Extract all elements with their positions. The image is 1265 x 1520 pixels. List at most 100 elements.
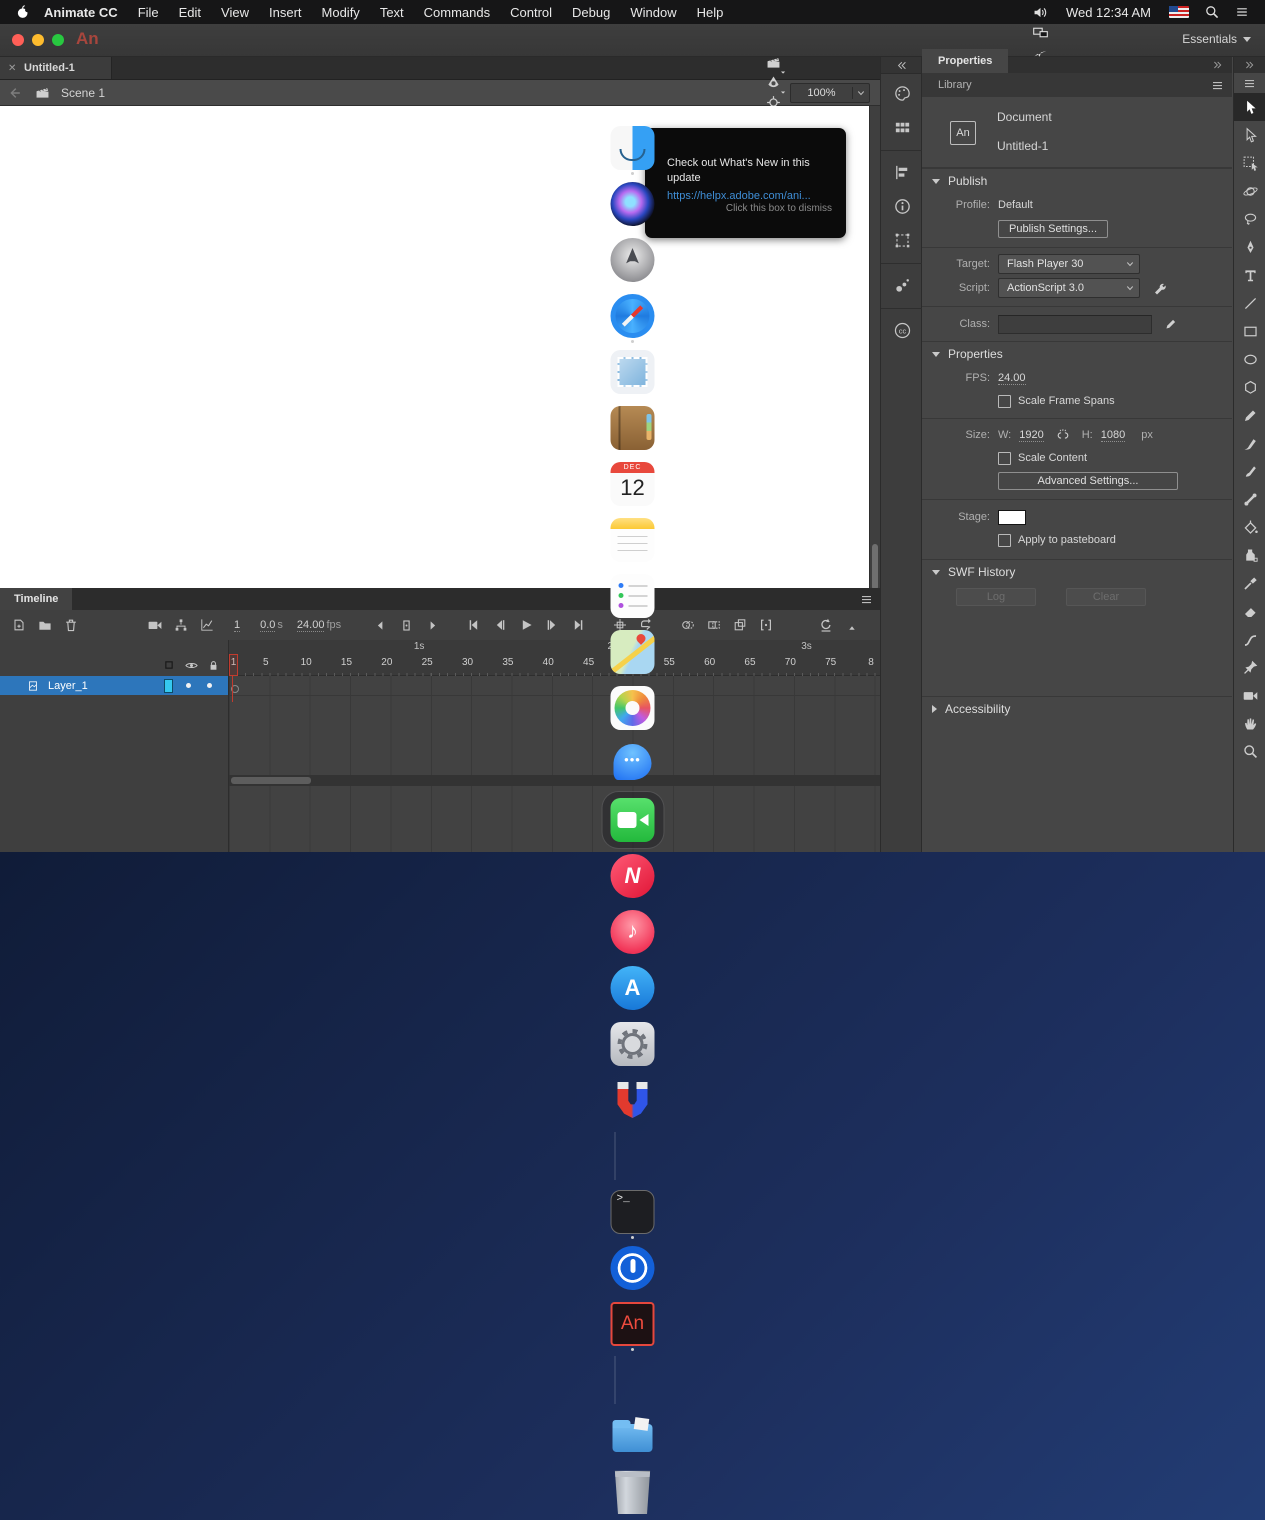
notification-center-icon[interactable] (1229, 2, 1255, 22)
back-arrow-icon[interactable] (0, 85, 30, 101)
window-minimize-button[interactable] (32, 34, 44, 46)
onion-skin-outlines-button[interactable] (701, 614, 727, 636)
text-tool[interactable] (1234, 261, 1265, 289)
apple-menu-icon[interactable] (12, 4, 34, 20)
swatches-panel-button[interactable] (881, 112, 923, 142)
scale-content-checkbox[interactable] (998, 452, 1011, 465)
align-panel-button[interactable] (881, 150, 923, 187)
volume-menu-icon[interactable] (1028, 2, 1054, 22)
displays-menu-icon[interactable] (1028, 22, 1054, 42)
edit-class-pencil-icon[interactable] (1160, 315, 1182, 333)
trash[interactable] (608, 1464, 657, 1520)
layer-name[interactable]: Layer_1 (48, 680, 88, 692)
spotlight-search-icon[interactable] (1199, 2, 1225, 22)
layer-row[interactable]: Layer_1 (0, 676, 228, 695)
height-value[interactable]: 1080 (1101, 429, 1125, 442)
timeline-horizontal-scrollbar[interactable] (229, 775, 880, 786)
separator[interactable] (608, 1128, 622, 1184)
go-to-first-frame-button[interactable] (461, 614, 487, 636)
window-close-button[interactable] (12, 34, 24, 46)
menubar-item-help[interactable]: Help (687, 5, 734, 20)
zoom-out-frames-button[interactable] (839, 614, 865, 636)
layer-frames-row[interactable] (229, 676, 880, 696)
timeline-ruler[interactable]: 1s2s3s 1510152025303540455055606570758 (229, 640, 880, 676)
step-forward-marker-button[interactable] (419, 614, 445, 636)
reminders[interactable] (608, 568, 657, 624)
mail[interactable] (608, 344, 657, 400)
width-value[interactable]: 1920 (1019, 429, 1043, 442)
motion-presets-panel-button[interactable] (881, 263, 923, 300)
layer-outline-color-swatch[interactable] (164, 679, 173, 693)
itunes[interactable] (608, 904, 657, 960)
eraser-tool[interactable] (1234, 597, 1265, 625)
target-dropdown[interactable]: Flash Player 30 (998, 254, 1140, 274)
edit-symbols-button[interactable] (760, 73, 786, 93)
facetime[interactable] (608, 792, 657, 848)
stage-vertical-scrollbar[interactable] (869, 106, 880, 602)
downloads[interactable] (608, 1408, 657, 1464)
notes[interactable] (608, 512, 657, 568)
panel-menu-icon[interactable] (1234, 73, 1265, 93)
swf-clear-button[interactable]: Clear (1066, 588, 1146, 606)
class-input[interactable] (998, 315, 1152, 334)
menubar-item-file[interactable]: File (128, 5, 169, 20)
whats-new-link[interactable]: https://helpx.adobe.com/ani... (667, 190, 834, 202)
pointer-app-menu-icon[interactable] (1028, 42, 1054, 62)
publish-section-header[interactable]: Publish (922, 169, 1232, 193)
link-dimensions-icon[interactable] (1052, 426, 1074, 444)
safari[interactable] (608, 288, 657, 344)
timeline-frames-area[interactable] (229, 676, 880, 852)
script-settings-wrench-icon[interactable] (1148, 279, 1170, 297)
input-language-flag-icon[interactable] (1169, 6, 1189, 18)
edit-scene-button[interactable] (760, 53, 786, 73)
menubar-item-control[interactable]: Control (500, 5, 562, 20)
layer-lock-dot[interactable] (207, 683, 212, 688)
line-tool[interactable] (1234, 289, 1265, 317)
eyedropper-tool[interactable] (1234, 569, 1265, 597)
panel-menu-icon[interactable] (1202, 73, 1232, 97)
menu-bar-clock[interactable]: Wed 12:34 AM (1058, 5, 1159, 20)
visibility-column-icon[interactable] (182, 654, 200, 676)
step-back-button[interactable] (487, 614, 513, 636)
messages[interactable] (608, 736, 657, 792)
tab-close-icon[interactable]: ✕ (8, 63, 18, 74)
properties-section-header[interactable]: Properties (922, 342, 1232, 366)
frame-marker-button[interactable] (393, 614, 419, 636)
expand-panels-icon[interactable] (881, 57, 921, 74)
transform-panel-button[interactable] (881, 225, 923, 255)
menubar-item-window[interactable]: Window (620, 5, 686, 20)
oval-tool[interactable] (1234, 345, 1265, 373)
calendar[interactable] (608, 456, 657, 512)
step-back-marker-button[interactable] (367, 614, 393, 636)
new-folder-button[interactable] (32, 614, 58, 636)
selection-tool[interactable] (1234, 93, 1265, 121)
contacts[interactable] (608, 400, 657, 456)
ink-bottle-tool[interactable] (1234, 541, 1265, 569)
paint-brush-tool[interactable] (1234, 429, 1265, 457)
polystar-tool[interactable] (1234, 373, 1265, 401)
info-panel-button[interactable] (881, 191, 923, 221)
panel-menu-icon[interactable] (852, 588, 880, 610)
zoom-tool[interactable] (1234, 737, 1265, 765)
cc-libraries-panel-button[interactable] (881, 308, 923, 345)
outline-column-icon[interactable] (160, 654, 178, 676)
3d-rotation-tool[interactable] (1234, 177, 1265, 205)
add-camera-button[interactable] (142, 614, 168, 636)
camera-tool[interactable] (1234, 681, 1265, 709)
swf-log-button[interactable]: Log (956, 588, 1036, 606)
pen-tool[interactable] (1234, 233, 1265, 261)
pin-tool[interactable] (1234, 653, 1265, 681)
go-to-last-frame-button[interactable] (565, 614, 591, 636)
free-transform-tool[interactable] (1234, 149, 1265, 177)
siri[interactable] (608, 176, 657, 232)
show-graph-button[interactable] (194, 614, 220, 636)
stage-zoom-select[interactable]: 100% (790, 83, 870, 103)
frame-rate-value[interactable]: 24.00 (297, 619, 325, 632)
bone-tool[interactable] (1234, 485, 1265, 513)
appstore[interactable] (608, 960, 657, 1016)
menubar-item-debug[interactable]: Debug (562, 5, 620, 20)
layer-visible-dot[interactable] (186, 683, 191, 688)
swf-history-header[interactable]: SWF History (922, 560, 1232, 584)
document-name[interactable]: Untitled-1 (997, 139, 1048, 153)
separator[interactable] (608, 1352, 622, 1408)
